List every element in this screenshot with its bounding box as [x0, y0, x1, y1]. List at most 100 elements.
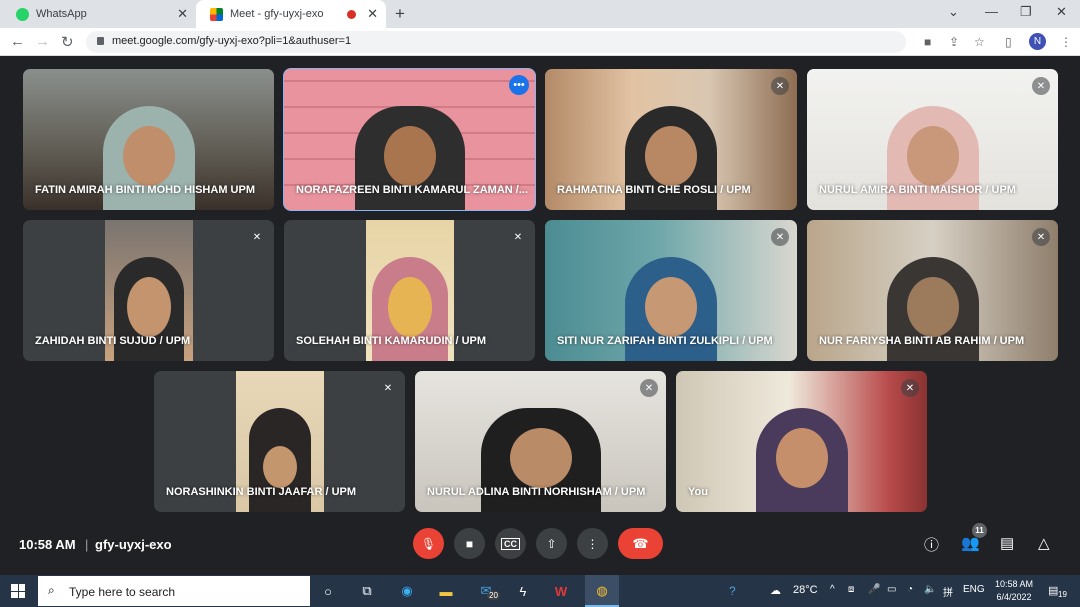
taskbar-clock[interactable]: 10:58 AM 6/4/2022 — [990, 578, 1038, 604]
lock-icon — [97, 37, 104, 45]
mic-off-icon: ✕ — [1032, 77, 1050, 95]
volume-icon[interactable]: 🔈 — [924, 584, 936, 595]
file-explorer-icon[interactable]: ▬ — [436, 581, 456, 601]
taskbar-search[interactable]: ⌕ Type here to search — [38, 576, 310, 606]
new-tab-button[interactable]: + — [395, 4, 405, 24]
mic-off-icon: ✕ — [901, 379, 919, 397]
help-icon[interactable]: ? — [729, 584, 736, 598]
participant-tile[interactable]: ✕ NORASHINKIN BINTI JAAFAR / UPM — [154, 371, 405, 512]
reload-button[interactable]: ↻ — [61, 33, 74, 51]
recording-icon — [347, 9, 356, 19]
task-view-icon[interactable]: ⧉ — [357, 581, 377, 601]
windows-start-icon[interactable] — [11, 584, 25, 598]
mic-off-icon: ✕ — [771, 228, 789, 246]
participant-tile[interactable]: ✕ SITI NUR ZARIFAH BINTI ZULKIPLI / UPM — [545, 220, 797, 361]
participant-tile-speaking[interactable]: ••• NORAFAZREEN BINTI KAMARUL ZAMAN /... — [283, 68, 536, 211]
minimize-button[interactable]: — — [985, 4, 998, 19]
microphone-icon[interactable]: 🎤 — [868, 584, 880, 595]
camera-toggle-button[interactable]: ■ — [454, 528, 485, 559]
more-options-icon[interactable]: ••• — [509, 75, 529, 95]
wifi-icon[interactable]: ◔ — [907, 584, 913, 595]
mic-off-icon: 🎙 — [420, 536, 437, 551]
more-options-button[interactable]: ⋮ — [577, 528, 608, 559]
participant-face — [645, 277, 697, 337]
participant-face — [126, 277, 171, 337]
menu-icon[interactable]: ⋮ — [1060, 35, 1072, 49]
wps-office-icon[interactable]: W — [551, 581, 571, 601]
chevron-up-icon[interactable]: ^ — [830, 584, 835, 595]
close-window-button[interactable]: ✕ — [1056, 4, 1067, 20]
present-now-button[interactable]: ⇧ — [536, 528, 567, 559]
close-icon[interactable]: ✕ — [367, 6, 378, 22]
chrome-icon[interactable]: ◍ — [592, 581, 612, 601]
mic-off-icon: ✕ — [248, 228, 266, 246]
participant-tile[interactable]: ✕ SOLEHAH BINTI KAMARUDIN / UPM — [284, 220, 535, 361]
tab-title: WhatsApp — [36, 8, 87, 20]
participant-name: ZAHIDAH BINTI SUJUD / UPM — [35, 335, 191, 347]
participant-face — [383, 126, 436, 186]
meeting-clock: 10:58 AM — [19, 537, 76, 552]
captions-icon: CC — [501, 537, 520, 550]
participant-name: SITI NUR ZARIFAH BINTI ZULKIPLI / UPM — [557, 335, 773, 347]
participant-face — [906, 277, 959, 337]
participant-name: You — [688, 486, 708, 498]
participant-face — [262, 446, 297, 488]
participant-grid: FATIN AMIRAH BINTI MOHD HISHAM UPM ••• N… — [0, 56, 1080, 523]
participant-face — [775, 428, 828, 488]
clock-time: 10:58 AM — [994, 579, 1034, 589]
ime-icon[interactable]: 拼 — [943, 584, 953, 599]
participant-face — [906, 126, 959, 186]
mic-off-icon: ✕ — [509, 228, 527, 246]
more-vert-icon: ⋮ — [586, 536, 599, 551]
tab-whatsapp[interactable]: WhatsApp ✕ — [2, 0, 196, 28]
meeting-code: gfy-uyxj-exo — [95, 537, 172, 552]
close-icon[interactable]: ✕ — [177, 6, 188, 22]
profile-avatar[interactable]: N — [1029, 33, 1046, 50]
forward-button[interactable]: → — [35, 33, 50, 50]
participant-name: FATIN AMIRAH BINTI MOHD HISHAM UPM — [35, 184, 255, 196]
weather-temp[interactable]: 28°C — [793, 584, 818, 596]
app-bolt-icon[interactable]: ϟ — [513, 581, 533, 601]
share-icon[interactable]: ⇪ — [949, 35, 959, 49]
activities-icon[interactable]: △ — [1038, 534, 1050, 552]
leave-call-button[interactable]: ☎ — [618, 528, 663, 559]
participant-tile[interactable]: ✕ RAHMATINA BINTI CHE ROSLI / UPM — [545, 69, 797, 210]
language-indicator[interactable]: ENG — [963, 584, 985, 595]
url-text[interactable]: meet.google.com/gfy-uyxj-exo?pli=1&authu… — [112, 35, 351, 47]
battery-icon[interactable]: ▭ — [887, 584, 896, 595]
notification-icon[interactable]: ▤ — [1048, 584, 1058, 597]
windows-taskbar: ⌕ Type here to search ○ ⧉ ◉ ▬ ✉ ϟ W ◍ ? … — [0, 575, 1080, 607]
camera-in-use-icon[interactable]: ■ — [924, 35, 931, 49]
bookmark-star-icon[interactable]: ☆ — [974, 35, 985, 49]
participant-name: NUR FARIYSHA BINTI AB RAHIM / UPM — [819, 335, 1025, 347]
clock-date: 6/4/2022 — [996, 592, 1032, 602]
phone-hangup-icon: ☎ — [632, 535, 649, 551]
participant-tile[interactable]: FATIN AMIRAH BINTI MOHD HISHAM UPM — [23, 69, 274, 210]
chat-icon[interactable]: ▤ — [1000, 534, 1014, 552]
back-button[interactable]: ← — [10, 33, 25, 50]
meeting-details-icon[interactable]: ⓘ — [924, 534, 939, 555]
cortana-icon[interactable]: ○ — [318, 581, 338, 601]
participant-count-badge: 11 — [972, 523, 987, 538]
browser-toolbar: ← → ↻ meet.google.com/gfy-uyxj-exo?pli=1… — [0, 28, 1080, 56]
participant-tile[interactable]: ✕ NURUL ADLINA BINTI NORHISHAM / UPM — [415, 371, 666, 512]
mic-off-icon: ✕ — [1032, 228, 1050, 246]
meet-tray-icon[interactable]: ⧈ — [848, 584, 854, 595]
separator: | — [85, 537, 89, 552]
participant-tile[interactable]: ✕ ZAHIDAH BINTI SUJUD / UPM — [23, 220, 274, 361]
tab-search-icon[interactable]: ⌄ — [948, 4, 959, 20]
tab-meet[interactable]: Meet - gfy-uyxj-exo ✕ — [196, 0, 386, 28]
tab-title: Meet - gfy-uyxj-exo — [230, 8, 324, 20]
address-bar[interactable]: meet.google.com/gfy-uyxj-exo?pli=1&authu… — [86, 31, 906, 53]
notification-count: 19 — [1058, 590, 1067, 599]
edge-icon[interactable]: ◉ — [397, 581, 417, 601]
side-panel-icon[interactable]: ▯ — [1005, 35, 1012, 49]
participant-tile-self[interactable]: ✕ You — [676, 371, 927, 512]
restore-button[interactable]: ❐ — [1020, 4, 1032, 20]
captions-button[interactable]: CC — [495, 528, 526, 559]
participant-name: SOLEHAH BINTI KAMARUDIN / UPM — [296, 335, 487, 347]
mic-toggle-button[interactable]: 🎙 — [413, 528, 444, 559]
participant-tile[interactable]: ✕ NUR FARIYSHA BINTI AB RAHIM / UPM — [807, 220, 1058, 361]
participant-tile[interactable]: ✕ NURUL AMIRA BINTI MAISHOR / UPM — [807, 69, 1058, 210]
mail-badge: 20 — [487, 591, 500, 600]
